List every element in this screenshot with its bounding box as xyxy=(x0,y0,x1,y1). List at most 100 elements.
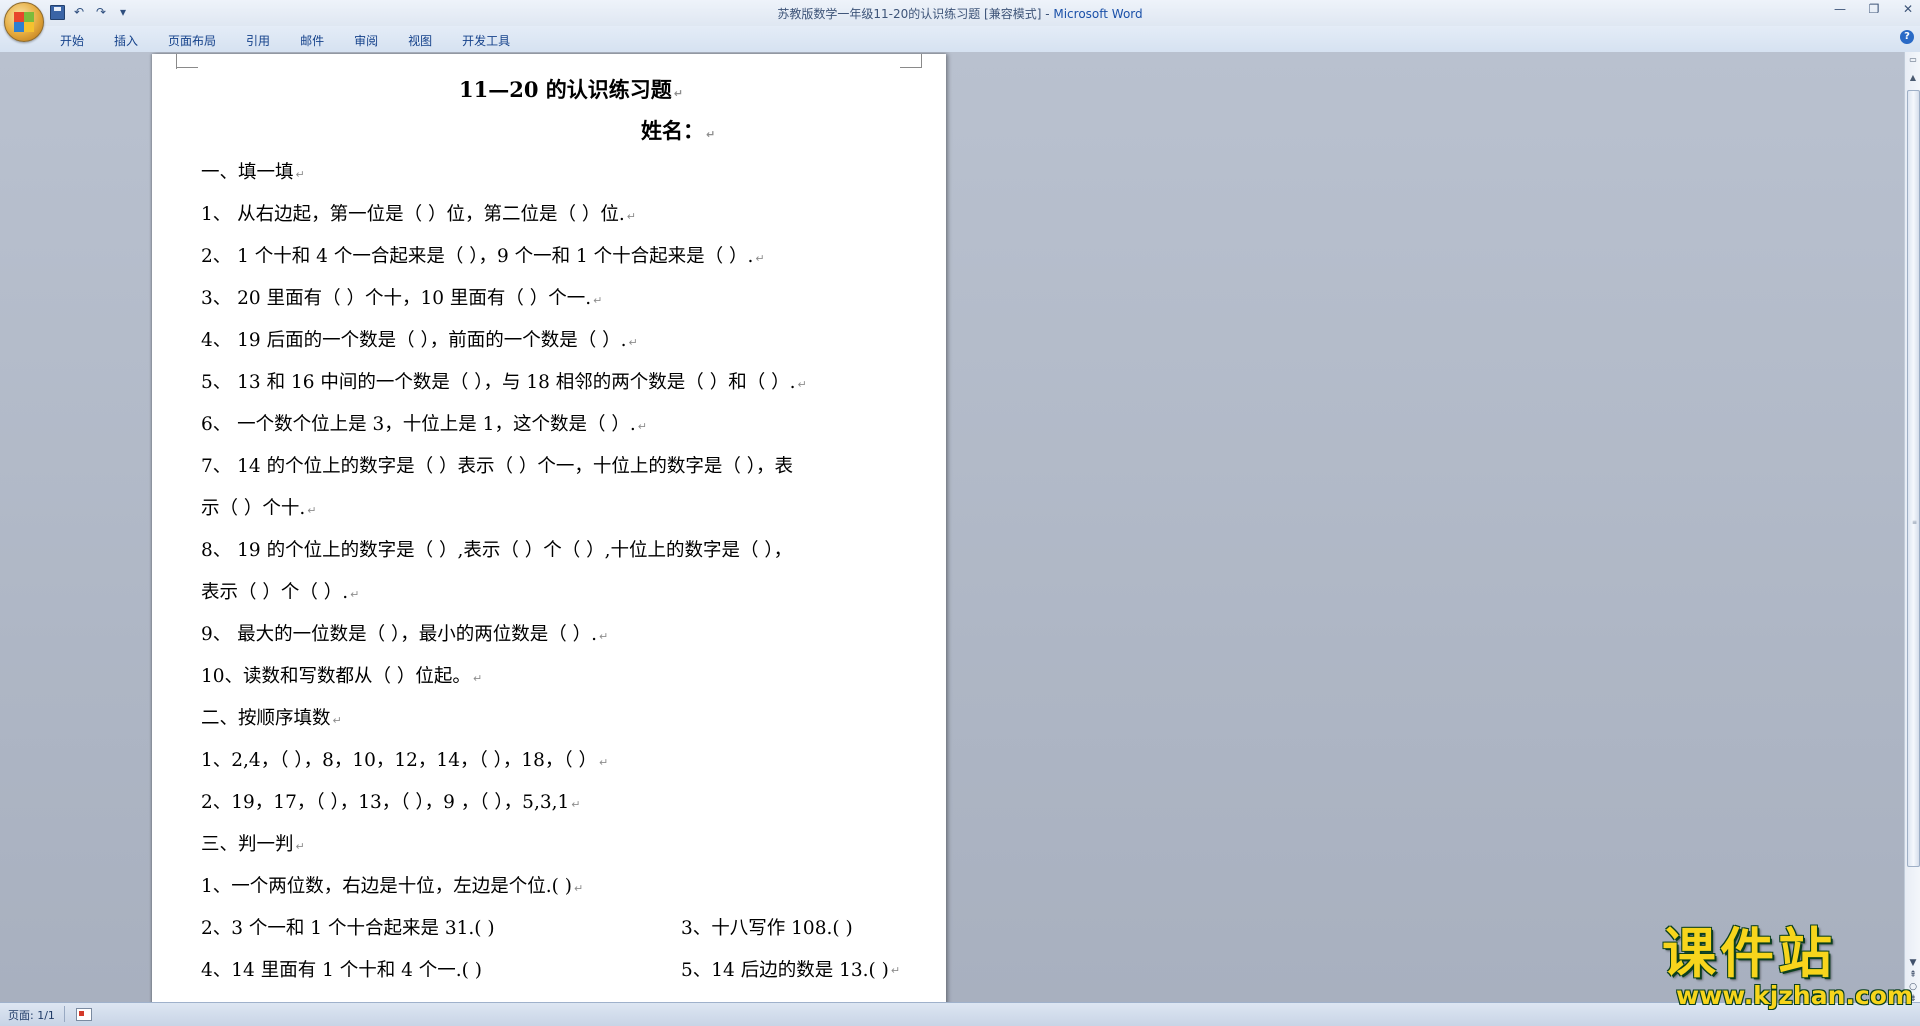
doc-line: 1、一个两位数，右边是十位，左边是个位.( ) ↵ xyxy=(201,866,901,908)
window-title: 苏教版数学一年级11-20的认识练习题 [兼容模式] - Microsoft W… xyxy=(0,5,1920,22)
paragraph-mark-icon: ↵ xyxy=(295,840,305,853)
vertical-scrollbar[interactable]: ▭ ▲ ≡ ▼ ⇞ ○ ⇟ xyxy=(1904,52,1920,1004)
title-bar: ↶ ↷ ▾ 苏教版数学一年级11-20的认识练习题 [兼容模式] - Micro… xyxy=(0,0,1920,42)
line-text: 2、 1 个十和 4 个一合起来是（ ），9 个一和 1 个十合起来是（ ）. xyxy=(201,246,754,267)
paragraph-mark-icon: ↵ xyxy=(706,128,716,141)
line-text: 7、 14 的个位上的数字是（ ）表示（ ）个一，十位上的数字是（ ），表 xyxy=(201,456,793,477)
close-icon[interactable]: ✕ xyxy=(1900,2,1916,16)
doc-line-pair: 4、14 里面有 1 个十和 4 个一.( ) 5、14 后边的数是 13.( … xyxy=(201,950,901,992)
line-text: 示（ ）个十. xyxy=(201,498,306,519)
line-text-left: 4、14 里面有 1 个十和 4 个一.( ) xyxy=(201,960,482,981)
line-text-right: 5、14 后边的数是 13.( ) xyxy=(681,960,889,981)
doc-line: 2、 1 个十和 4 个一合起来是（ ），9 个一和 1 个十合起来是（ ）. ↵ xyxy=(201,236,901,278)
doc-line: 5、 13 和 16 中间的一个数是（ ），与 18 相邻的两个数是（ ）和（ … xyxy=(201,362,901,404)
paragraph-mark-icon: ↵ xyxy=(890,964,901,977)
line-text: 2、19，17，（ ），13，（ ），9 ，（ ），5,3,1 xyxy=(201,792,570,813)
doc-line: 9、 最大的一位数是（ ），最小的两位数是（ ）. ↵ xyxy=(201,614,901,656)
line-text: 4、 19 后面的一个数是（ ），前面的一个数是（ ）. xyxy=(201,330,627,351)
line-text: 9、 最大的一位数是（ ），最小的两位数是（ ）. xyxy=(201,624,598,645)
doc-line: 6、 一个数个位上是 3，十位上是 1，这个数是（ ）. ↵ xyxy=(201,404,901,446)
line-text: 1、 从右边起，第一位是（ ）位，第二位是（ ）位. xyxy=(201,204,625,225)
doc-line: 示（ ）个十. ↵ xyxy=(201,488,901,530)
doc-line: 1、 从右边起，第一位是（ ）位，第二位是（ ）位. ↵ xyxy=(201,194,901,236)
line-text: 3、 20 里面有（ ）个十，10 里面有（ ）个一. xyxy=(201,288,592,309)
paragraph-mark-icon: ↵ xyxy=(307,504,317,517)
line-text: 一、填一填 xyxy=(201,162,294,183)
tab-developer[interactable]: 开发工具 xyxy=(450,30,522,51)
tab-review[interactable]: 审阅 xyxy=(342,30,390,51)
scroll-up-icon[interactable]: ▲ xyxy=(1908,72,1918,84)
watermark-logo: 课件站 www.kjzhan.com xyxy=(1662,922,1913,1009)
paragraph-mark-icon: ↵ xyxy=(755,252,765,265)
line-text: 10、读数和写数都从（ ）位起。 xyxy=(201,666,471,687)
paragraph-mark-icon: ↵ xyxy=(593,294,603,307)
doc-line: 三、判一判 ↵ xyxy=(201,824,901,866)
document-page[interactable]: 11—20 的认识练习题 ↵ 姓名： ↵ 一、填一填 ↵ 1、 从右边起，第一位是（ … xyxy=(152,54,946,1002)
macro-record-icon[interactable] xyxy=(76,1008,92,1021)
tab-insert[interactable]: 插入 xyxy=(102,30,150,51)
doc-line: 10、读数和写数都从（ ）位起。 ↵ xyxy=(201,656,901,698)
tab-page-layout[interactable]: 页面布局 xyxy=(156,30,228,51)
paragraph-mark-icon: ↵ xyxy=(332,714,342,727)
doc-line: 4、 19 后面的一个数是（ ），前面的一个数是（ ）. ↵ xyxy=(201,320,901,362)
paragraph-mark-icon: ↵ xyxy=(573,882,584,895)
name-label-text: 姓名： xyxy=(641,118,704,143)
line-text-left: 2、3 个一和 1 个十合起来是 31.( ) xyxy=(201,918,495,939)
doc-line: 7、 14 的个位上的数字是（ ）表示（ ）个一，十位上的数字是（ ），表 xyxy=(201,446,901,488)
paragraph-mark-icon: ↵ xyxy=(571,798,581,811)
margin-mark xyxy=(900,67,922,68)
ribbon-tabs: 开始 插入 页面布局 引用 邮件 审阅 视图 开发工具 xyxy=(48,30,528,51)
doc-line: 1、2,4，（ ），8，10，12，14，（ ），18，（ ） ↵ xyxy=(201,740,901,782)
tab-home[interactable]: 开始 xyxy=(48,30,96,51)
minimize-icon[interactable]: — xyxy=(1832,2,1848,16)
doc-line: 2、19，17，（ ），13，（ ），9 ，（ ），5,3,1 ↵ xyxy=(201,782,901,824)
tab-view[interactable]: 视图 xyxy=(396,30,444,51)
doc-line: 表示（ ）个（ ）. ↵ xyxy=(201,572,901,614)
scroll-grip-icon: ≡ xyxy=(1912,519,1918,526)
window-title-doc: 苏教版数学一年级11-20的认识练习题 [兼容模式] - xyxy=(777,7,1054,21)
tab-mailings[interactable]: 邮件 xyxy=(288,30,336,51)
paragraph-mark-icon: ↵ xyxy=(599,630,609,643)
name-label: 姓名： ↵ xyxy=(201,110,901,152)
paragraph-mark-icon: ↵ xyxy=(626,210,637,223)
document-title-text: 11—20 的认识练习题 xyxy=(459,77,672,102)
paragraph-mark-icon: ↵ xyxy=(350,588,360,601)
line-text: 5、 13 和 16 中间的一个数是（ ），与 18 相邻的两个数是（ ）和（ … xyxy=(201,372,796,393)
line-text: 8、 19 的个位上的数字是（ ）,表示（ ）个（ ）,十位上的数字是（ ）， xyxy=(201,540,793,561)
doc-line: 二、按顺序填数 ↵ xyxy=(201,698,901,740)
line-text: 6、 一个数个位上是 3，十位上是 1，这个数是（ ）. xyxy=(201,414,636,435)
doc-line: 3、 20 里面有（ ）个十，10 里面有（ ）个一. ↵ xyxy=(201,278,901,320)
document-title: 11—20 的认识练习题 ↵ xyxy=(201,70,901,110)
line-text: 表示（ ）个（ ）. xyxy=(201,582,349,603)
margin-mark xyxy=(176,67,198,68)
status-divider xyxy=(64,1006,65,1022)
scroll-down-icon[interactable]: ▼ xyxy=(1908,957,1918,969)
maximize-icon[interactable]: ❐ xyxy=(1866,2,1882,16)
previous-page-icon[interactable]: ⇞ xyxy=(1908,969,1918,981)
scroll-thumb[interactable]: ≡ xyxy=(1907,90,1920,867)
line-text: 三、判一判 xyxy=(201,834,294,855)
line-text: 1、2,4，（ ），8，10，12，14，（ ），18，（ ） xyxy=(201,750,598,771)
page-indicator[interactable]: 页面: 1/1 xyxy=(8,1007,55,1023)
help-icon[interactable]: ? xyxy=(1900,30,1914,44)
watermark-url: www.kjzhan.com xyxy=(1676,981,1913,1010)
ruler-toggle-icon[interactable]: ▭ xyxy=(1908,54,1918,66)
doc-line: 一、填一填 ↵ xyxy=(201,152,901,194)
paragraph-mark-icon: ↵ xyxy=(628,336,638,349)
paragraph-mark-icon: ↵ xyxy=(637,420,647,433)
office-button[interactable] xyxy=(4,2,44,42)
window-controls: — ❐ ✕ xyxy=(1832,2,1916,16)
doc-line-pair: 2、3 个一和 1 个十合起来是 31.( ) 3、十八写作 108.( ) xyxy=(201,908,901,950)
paragraph-mark-icon: ↵ xyxy=(472,672,483,685)
watermark-text: 课件站 xyxy=(1662,922,1836,985)
line-text: 二、按顺序填数 xyxy=(201,708,331,729)
line-text-right: 3、十八写作 108.( ) xyxy=(681,918,853,939)
paragraph-mark-icon: ↵ xyxy=(797,378,807,391)
office-logo-icon xyxy=(14,12,34,32)
doc-line: 8、 19 的个位上的数字是（ ）,表示（ ）个（ ）,十位上的数字是（ ）， xyxy=(201,530,901,572)
tab-references[interactable]: 引用 xyxy=(234,30,282,51)
window-title-app: Microsoft Word xyxy=(1053,7,1143,21)
paragraph-mark-icon: ↵ xyxy=(295,168,305,181)
document-workspace: 11—20 的认识练习题 ↵ 姓名： ↵ 一、填一填 ↵ 1、 从右边起，第一位是（ … xyxy=(0,52,1904,1002)
line-text: 1、一个两位数，右边是十位，左边是个位.( ) xyxy=(201,876,572,897)
